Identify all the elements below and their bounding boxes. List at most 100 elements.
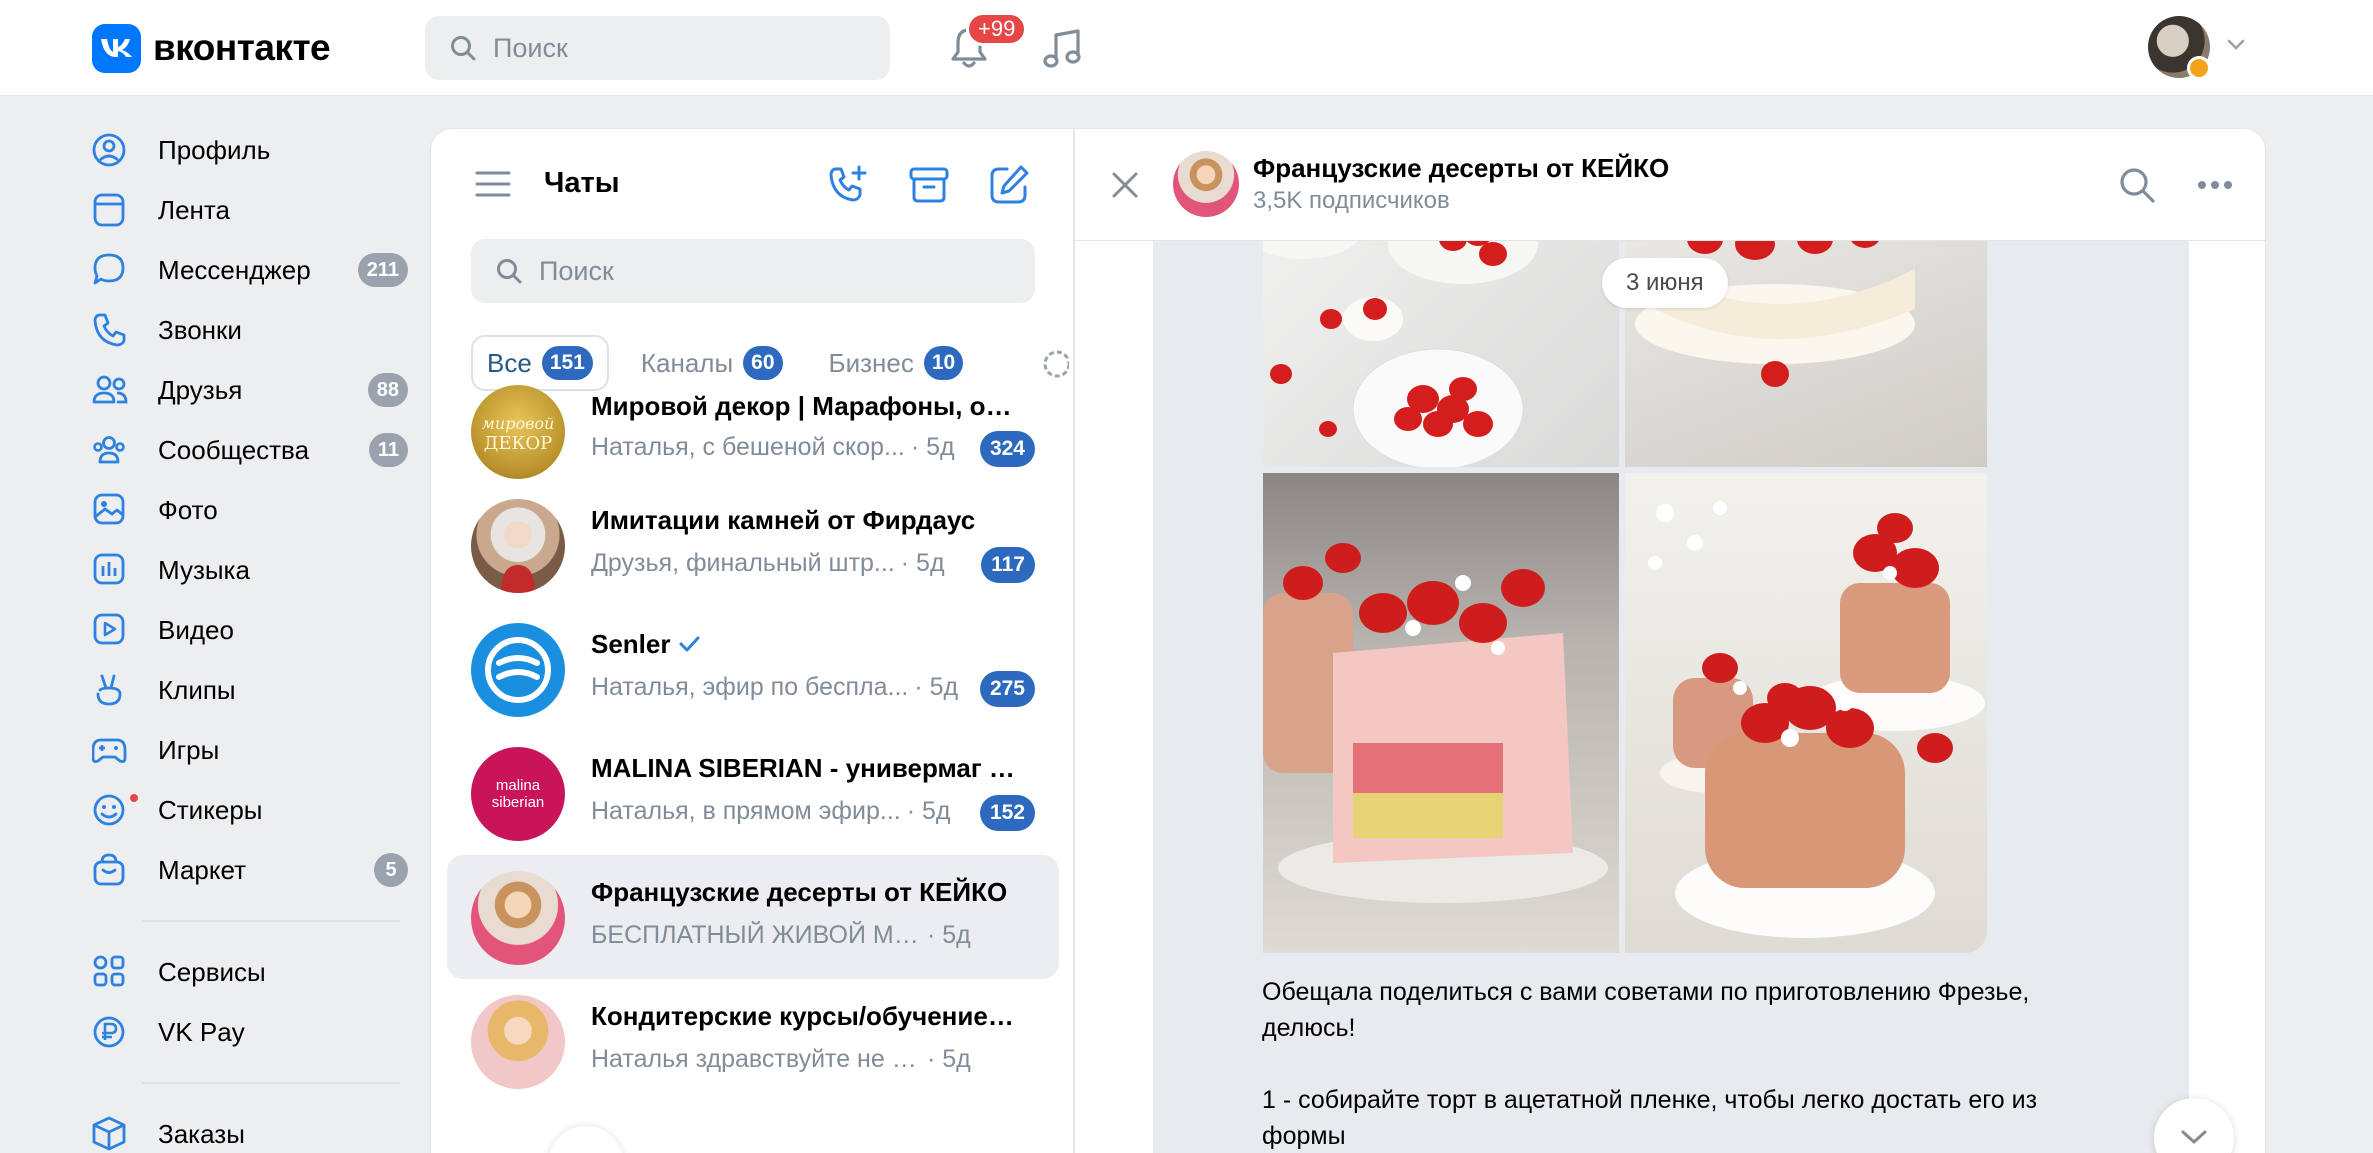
- chat-item-selected[interactable]: Французские десерты от КЕЙКО БЕСПЛАТНЫЙ …: [447, 855, 1059, 979]
- chat-item[interactable]: Имитации камней от Фирдаус Друзья, финал…: [447, 483, 1059, 607]
- nav-item-friends[interactable]: Друзья 88: [92, 360, 408, 420]
- music-icon[interactable]: [1040, 26, 1086, 72]
- communities-count: 11: [368, 433, 408, 467]
- nav-item-profile[interactable]: Профиль: [92, 120, 408, 180]
- close-icon[interactable]: [1109, 169, 1141, 201]
- date-separator: 3 июня: [1602, 258, 1728, 308]
- nav-item-photo[interactable]: Фото: [92, 480, 408, 540]
- conversation-subtitle: 3,5K подписчиков: [1253, 187, 1450, 214]
- chat-list-panel: Чаты Поиск Все 151 Каналы 60 Бизнес 10 м…: [430, 128, 1074, 1153]
- verified-icon: [679, 636, 700, 652]
- message-paragraph-2: 1 - собирайте торт в ацетатной пленке, ч…: [1262, 1086, 2038, 1150]
- chat-preview: Друзья, финальный штр...: [591, 549, 895, 577]
- chat-time: · 5д: [927, 921, 971, 949]
- chat-preview-row: Друзья, финальный штр... · 5д: [591, 549, 945, 578]
- nav-item-clips[interactable]: Клипы: [92, 660, 408, 720]
- communities-icon: [93, 436, 125, 464]
- nav-item-services[interactable]: Сервисы: [92, 942, 408, 1002]
- unread-badge: 324: [979, 431, 1035, 467]
- nav-label: Клипы: [158, 674, 236, 705]
- services-icon: [93, 955, 125, 987]
- chat-time: · 5д: [914, 673, 959, 701]
- nav-item-vkpay[interactable]: VK Pay: [92, 1002, 408, 1062]
- chat-search-placeholder: Поиск: [539, 255, 614, 286]
- chat-preview-row: Наталья, с бешеной скор... · 5д: [591, 433, 955, 462]
- nav-item-market[interactable]: Маркет 5: [92, 840, 408, 900]
- nav-label: Маркет: [158, 854, 247, 885]
- svg-text:мировой: мировой: [482, 414, 555, 433]
- video-icon: [93, 613, 125, 645]
- vk-logo[interactable]: вконтакте: [92, 23, 331, 73]
- vkpay-icon: [93, 1016, 125, 1048]
- nav-label: Фото: [158, 494, 218, 525]
- avatar-status-dot: [2187, 56, 2211, 80]
- chat-avatar: [471, 871, 565, 965]
- chat-name: Мировой декор | Марафоны, обу...: [591, 391, 1021, 421]
- chat-avatar: мировой ДЕКОР: [471, 385, 565, 479]
- top-header: вконтакте Поиск +99: [0, 0, 2373, 96]
- nav-item-music[interactable]: Музыка: [92, 540, 408, 600]
- nav-item-stickers[interactable]: Стикеры: [92, 780, 408, 840]
- nav-item-games[interactable]: Игры: [92, 720, 408, 780]
- chat-avatar-text: malina siberian: [491, 777, 545, 811]
- top-search-input[interactable]: Поиск: [425, 16, 890, 80]
- photo-basket-cakes[interactable]: [1625, 473, 1987, 953]
- friends-count: 88: [367, 373, 408, 407]
- chat-item[interactable]: Senler Наталья, эфир по бесплa... · 5д 2…: [447, 607, 1059, 731]
- chat-search-input[interactable]: Поиск: [471, 239, 1035, 303]
- chat-preview: БЕСПЛАТНЫЙ ЖИВОЙ МАСТЕ...: [591, 921, 921, 949]
- stickers-notification-dot: [128, 792, 140, 804]
- nav-label: Сообщества: [158, 434, 310, 465]
- search-icon[interactable]: [2117, 165, 2157, 205]
- chat-time: · 5д: [927, 1045, 971, 1073]
- chat-avatar: [471, 623, 565, 717]
- nav-item-orders[interactable]: Заказы: [92, 1104, 408, 1153]
- chat-name: Senler: [591, 629, 700, 660]
- nav-item-communities[interactable]: Сообщества 11: [92, 420, 408, 480]
- photo-cream-cake[interactable]: [1625, 209, 1987, 467]
- chat-name: Кондитерские курсы/обучение ш...: [591, 1001, 1021, 1031]
- photo-grid: [1263, 209, 1987, 973]
- chat-item[interactable]: мировой ДЕКОР Мировой декор | Марафоны, о…: [447, 357, 1059, 483]
- chat-item[interactable]: Кондитерские курсы/обучение ш... Наталья…: [447, 979, 1059, 1103]
- nav-item-messenger[interactable]: Мессенджер 211: [92, 240, 408, 300]
- chat-time: · 5д: [900, 549, 945, 577]
- chat-preview: Наталья здравствуйте не поня...: [591, 1045, 921, 1073]
- top-search-placeholder: Поиск: [493, 32, 568, 63]
- phone-icon: [93, 313, 126, 347]
- photo-icon: [93, 493, 125, 525]
- photo-strawberry-tarts[interactable]: [1263, 209, 1619, 467]
- message-text: Обещала поделиться с вами советами по пр…: [1262, 974, 2122, 1153]
- chat-avatar: [471, 995, 565, 1089]
- menu-icon[interactable]: [475, 169, 511, 199]
- chat-preview-row: Наталья, эфир по бесплa... · 5д: [591, 673, 958, 702]
- left-navigation: Профиль Лента Мессенджер 211 Звонки Друз…: [92, 120, 408, 1153]
- photo-fraisier-cut[interactable]: [1263, 473, 1619, 953]
- message-paragraph-1: Обещала поделиться с вами советами по пр…: [1262, 978, 2030, 1042]
- nav-label: Музыка: [158, 554, 250, 585]
- chevron-down-icon[interactable]: [2226, 38, 2246, 52]
- chat-item[interactable]: malina siberian MALINA SIBERIAN - универ…: [447, 731, 1059, 855]
- nav-label: Видео: [158, 614, 234, 645]
- chat-name: Имитации камней от Фирдаус: [591, 505, 976, 535]
- chats-title: Чаты: [544, 167, 620, 199]
- nav-item-video[interactable]: Видео: [92, 600, 408, 660]
- messenger-count: 211: [357, 253, 408, 287]
- market-icon: [93, 853, 125, 886]
- nav-label: Звонки: [158, 314, 242, 345]
- conversation-header: Французские десерты от КЕЙКО 3,5K подпис…: [1075, 129, 2265, 241]
- search-icon: [497, 259, 522, 284]
- nav-label: Заказы: [158, 1118, 245, 1149]
- conversation-avatar[interactable]: [1173, 151, 1239, 217]
- add-call-icon[interactable]: [827, 163, 871, 207]
- nav-item-feed[interactable]: Лента: [92, 180, 408, 240]
- nav-item-calls[interactable]: Звонки: [92, 300, 408, 360]
- archive-icon[interactable]: [907, 163, 951, 207]
- conversation-title[interactable]: Французские десерты от КЕЙКО: [1253, 153, 1669, 184]
- nav-label: Лента: [158, 194, 230, 225]
- clips-icon: [96, 674, 122, 706]
- chat-avatar: malina siberian: [471, 747, 565, 841]
- compose-icon[interactable]: [987, 163, 1031, 207]
- nav-label: Друзья: [158, 374, 243, 405]
- more-icon[interactable]: [2197, 179, 2233, 191]
